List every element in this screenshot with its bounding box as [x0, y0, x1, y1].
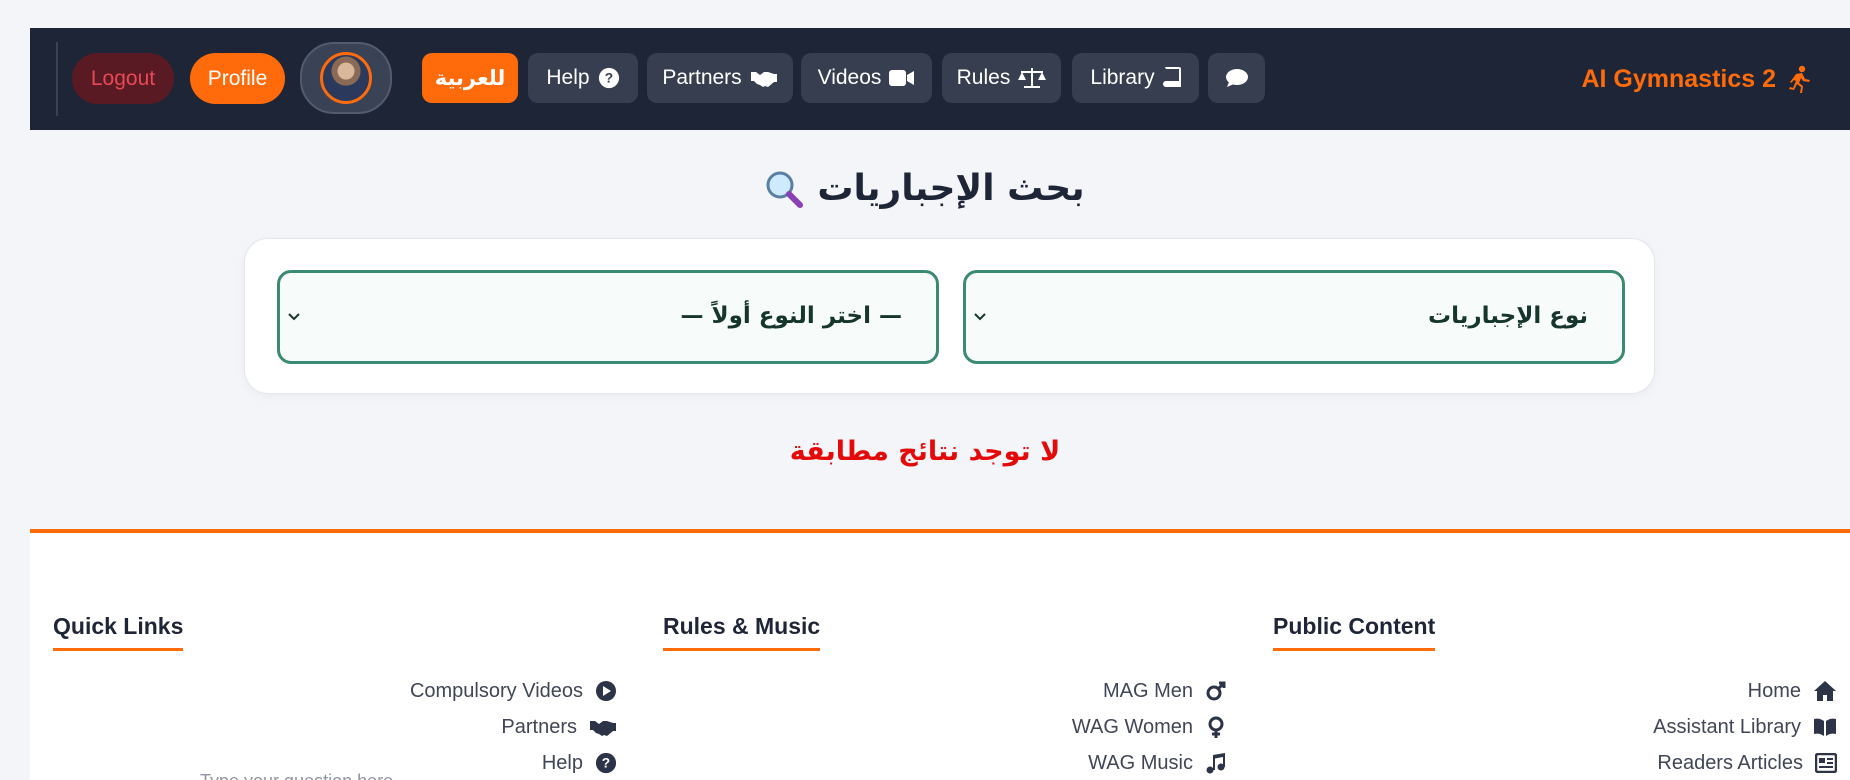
- footer-link-label: Help: [541, 751, 583, 774]
- footer-link-label: WAG Music: [1088, 751, 1193, 774]
- home-icon: [1814, 681, 1836, 701]
- navbar-divider: [56, 42, 58, 116]
- footer-link-label: Assistant Library: [1653, 715, 1801, 738]
- chevron-down-icon: [288, 313, 300, 321]
- type-select-value: نوع الإجباريات: [1427, 303, 1588, 329]
- svg-text:?: ?: [604, 71, 612, 86]
- footer-col-quick-links: Quick Links Compulsory Videos Partners H…: [53, 613, 623, 780]
- nav-rules-button[interactable]: Rules: [942, 53, 1061, 103]
- footer-heading: Public Content: [1273, 613, 1436, 651]
- nav-help-label: Help: [546, 66, 590, 89]
- svg-text:?: ?: [602, 756, 610, 771]
- magnifier-icon: [766, 171, 804, 208]
- play-circle-icon: [596, 681, 616, 701]
- footer-heading: Quick Links: [53, 613, 184, 651]
- page-title: بحث الإجباريات: [0, 168, 1850, 209]
- footer-link-wag-women[interactable]: WAG Women: [663, 709, 1233, 745]
- avatar: [320, 52, 372, 104]
- footer-link-compulsory-videos[interactable]: Compulsory Videos: [53, 673, 623, 709]
- open-book-icon: [1814, 718, 1836, 736]
- type-select[interactable]: نوع الإجباريات: [963, 270, 1625, 364]
- male-symbol-icon: [1206, 681, 1226, 701]
- chat-button[interactable]: [1208, 53, 1265, 103]
- female-symbol-icon: [1208, 716, 1224, 738]
- subtype-select-value: — اختر النوع أولاً —: [680, 303, 902, 329]
- footer: Quick Links Compulsory Videos Partners H…: [30, 529, 1850, 780]
- subtype-select[interactable]: — اختر النوع أولاً —: [277, 270, 939, 364]
- footer-link-label: Partners: [501, 715, 577, 738]
- nav-library-label: Library: [1090, 66, 1155, 89]
- footer-link-label: Readers Articles: [1657, 751, 1803, 774]
- newspaper-icon: [1815, 753, 1837, 773]
- footer-link-mag-men[interactable]: MAG Men: [663, 673, 1233, 709]
- nav-partners-button[interactable]: Partners: [647, 53, 793, 103]
- footer-link-label: Compulsory Videos: [409, 679, 583, 702]
- top-navbar: Logout Profile للعربية Help ? Partners V…: [30, 28, 1850, 130]
- scale-balance-icon: [1018, 68, 1047, 88]
- question-circle-icon: ?: [598, 67, 619, 89]
- footer-link-assistant-library[interactable]: Assistant Library: [1273, 709, 1843, 745]
- running-person-icon: [1789, 65, 1810, 93]
- chat-input-hint: Type your question here...: [200, 771, 408, 780]
- book-icon: [1162, 67, 1181, 87]
- profile-button[interactable]: Profile: [190, 53, 285, 104]
- nav-videos-label: Videos: [817, 66, 882, 89]
- music-note-icon: [1206, 753, 1225, 774]
- language-arabic-button[interactable]: للعربية: [422, 53, 518, 103]
- handshake-icon: [590, 721, 616, 736]
- handshake-icon: [750, 72, 777, 87]
- footer-link-readers-articles[interactable]: Readers Articles: [1273, 745, 1843, 780]
- nav-rules-label: Rules: [956, 66, 1011, 89]
- footer-link-partners[interactable]: Partners: [53, 709, 623, 745]
- footer-link-label: Home: [1747, 679, 1801, 702]
- filter-card: — اختر النوع أولاً — نوع الإجباريات: [244, 238, 1655, 394]
- nav-library-button[interactable]: Library: [1072, 53, 1199, 103]
- chevron-down-icon: [974, 313, 986, 321]
- chat-bubble-icon: [1225, 69, 1248, 87]
- question-circle-icon: ?: [595, 752, 617, 774]
- no-results-message: لا توجد نتائج مطابقة: [789, 436, 1061, 467]
- brand-name: AI Gymnastics 2: [1581, 64, 1776, 93]
- footer-link-label: MAG Men: [1102, 679, 1193, 702]
- footer-link-wag-music[interactable]: WAG Music: [663, 745, 1233, 780]
- brand-logo[interactable]: AI Gymnastics 2: [1581, 62, 1812, 96]
- footer-col-public-content: Public Content Home Assistant Library Re…: [1273, 613, 1843, 780]
- nav-videos-button[interactable]: Videos: [801, 53, 932, 103]
- footer-col-rules-music: Rules & Music MAG Men WAG Women WAG Musi…: [663, 613, 1233, 780]
- footer-link-home[interactable]: Home: [1273, 673, 1843, 709]
- nav-partners-label: Partners: [662, 66, 742, 89]
- nav-help-button[interactable]: Help ?: [528, 53, 638, 103]
- page: Logout Profile للعربية Help ? Partners V…: [0, 0, 1850, 780]
- logout-button[interactable]: Logout: [72, 53, 174, 104]
- video-camera-icon: [889, 70, 915, 86]
- page-title-text: بحث الإجباريات: [817, 168, 1085, 209]
- footer-heading: Rules & Music: [663, 613, 821, 651]
- footer-link-label: WAG Women: [1071, 715, 1193, 738]
- avatar-button[interactable]: [300, 42, 392, 114]
